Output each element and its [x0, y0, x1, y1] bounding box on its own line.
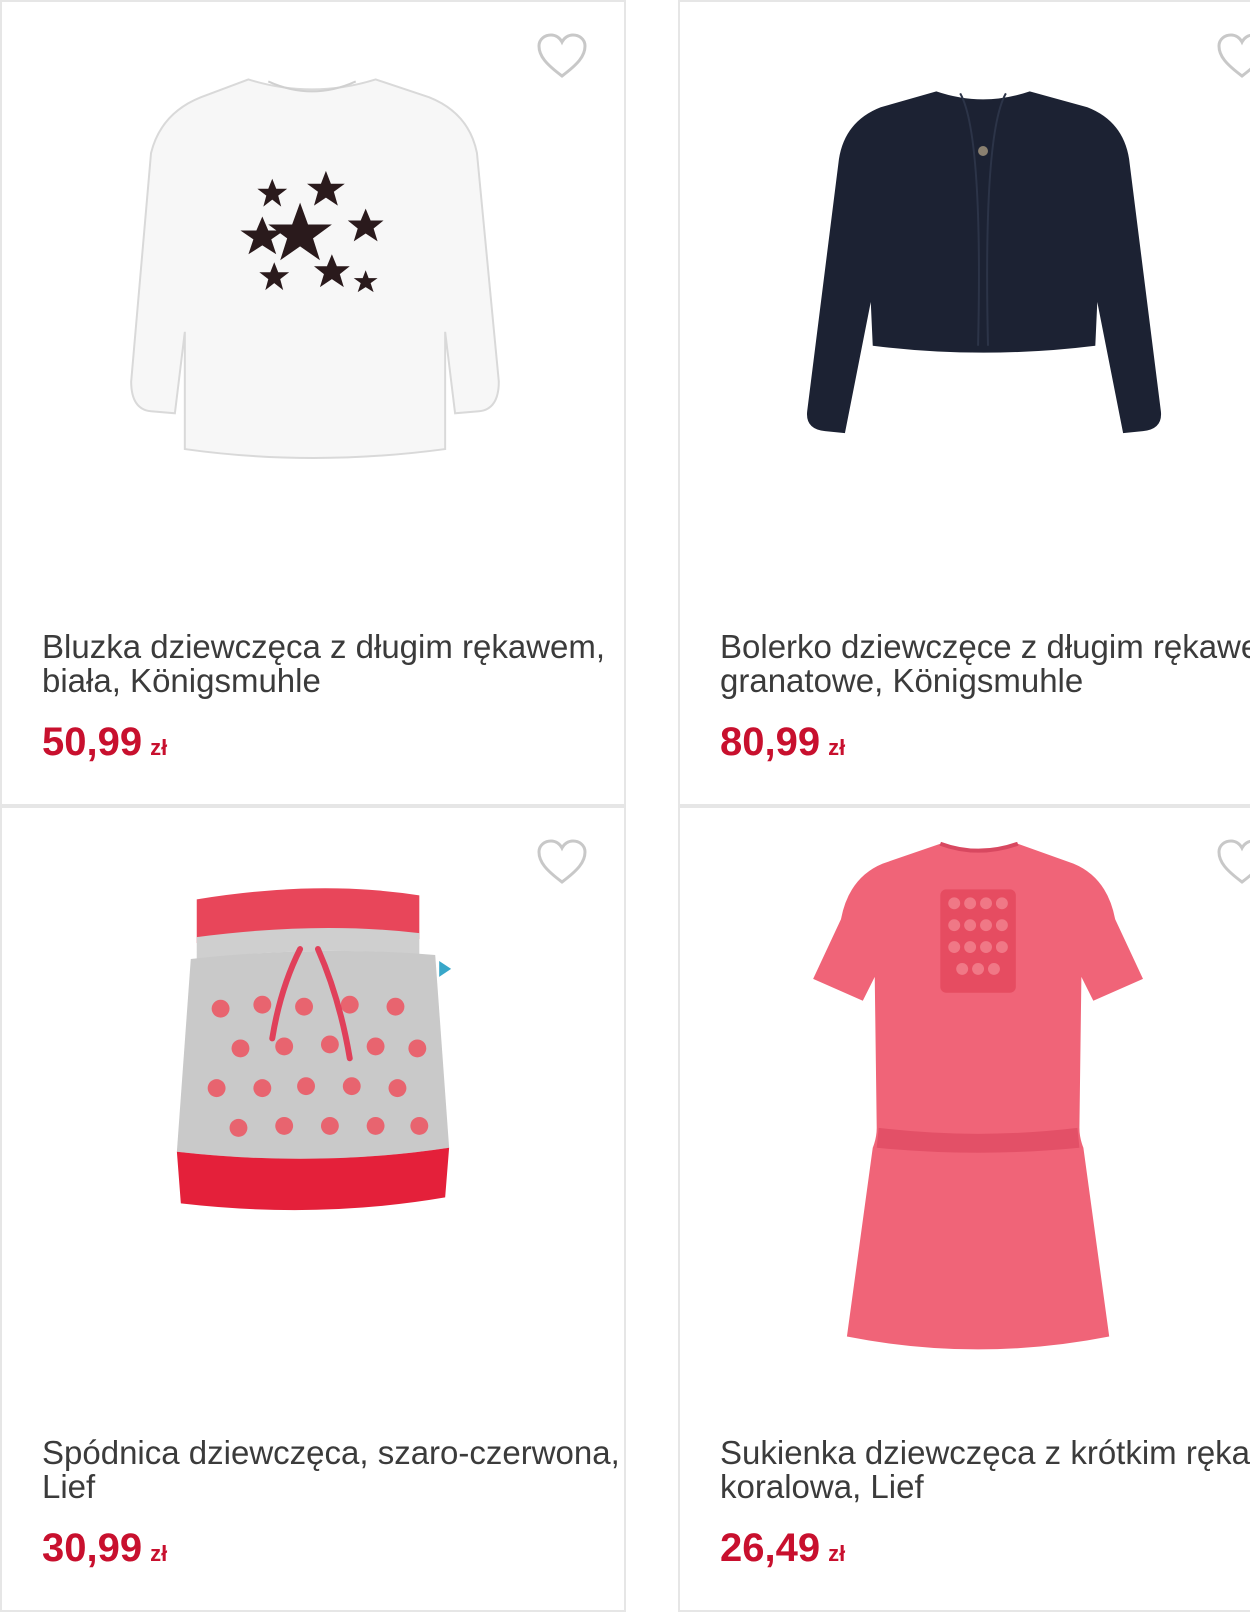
price-currency: zł [828, 1541, 846, 1566]
polka-dot-skirt-image [176, 888, 452, 1211]
product-card[interactable]: Bluzka dziewczęca z długim rękawem, biał… [0, 0, 626, 806]
product-image[interactable] [680, 2, 1250, 602]
price-currency: zł [150, 735, 168, 760]
product-image[interactable] [2, 808, 624, 1408]
product-image[interactable] [2, 2, 624, 602]
price-value: 50,99 [42, 720, 143, 764]
product-card[interactable]: Sukienka dziewczęca z krótkim rękawem, k… [678, 806, 1250, 1612]
product-card[interactable]: Bolerko dziewczęce z długim rękawem, gra… [678, 0, 1250, 806]
price-currency: zł [150, 1541, 168, 1566]
product-title[interactable]: Spódnica dziewczęca, szaro-czerwona, Lie… [42, 1436, 624, 1504]
product-price: 50,99 zł [42, 718, 167, 772]
navy-bolero-image [806, 91, 1162, 434]
product-price: 26,49 zł [720, 1524, 845, 1578]
product-card[interactable]: Spódnica dziewczęca, szaro-czerwona, Lie… [0, 806, 626, 1612]
product-title[interactable]: Bolerko dziewczęce z długim rękawem, gra… [720, 630, 1250, 698]
product-price: 30,99 zł [42, 1524, 167, 1578]
product-grid: Bluzka dziewczęca z długim rękawem, biał… [0, 0, 1250, 1612]
product-title[interactable]: Sukienka dziewczęca z krótkim rękawem, k… [720, 1436, 1250, 1504]
price-value: 80,99 [720, 720, 821, 764]
product-title[interactable]: Bluzka dziewczęca z długim rękawem, biał… [42, 630, 624, 698]
price-value: 30,99 [42, 1526, 143, 1570]
product-image[interactable] [680, 808, 1250, 1408]
price-value: 26,49 [720, 1526, 821, 1570]
product-price: 80,99 zł [720, 718, 845, 772]
white-shirt-image [130, 78, 500, 459]
price-currency: zł [828, 735, 846, 760]
coral-dress-image [813, 841, 1143, 1350]
